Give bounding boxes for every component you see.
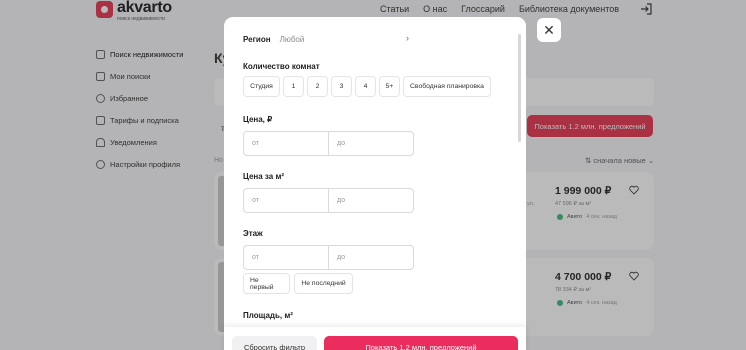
room-chip-5plus[interactable]: 5+ xyxy=(379,76,400,97)
close-modal-button[interactable]: ✕ xyxy=(537,18,561,42)
rooms-label: Количество комнат xyxy=(243,62,320,71)
reset-filter-button[interactable]: Сбросить фильтр xyxy=(232,336,317,350)
room-chip-3[interactable]: 3 xyxy=(331,76,352,97)
floor-label: Этаж xyxy=(243,229,263,238)
show-offers-submit-button[interactable]: Показать 1.2 млн. предложений xyxy=(324,336,518,350)
modal-scrollbar[interactable] xyxy=(518,34,521,142)
close-icon: ✕ xyxy=(543,21,555,38)
chevron-right-icon[interactable]: › xyxy=(406,33,409,43)
price-to-input[interactable]: до xyxy=(329,132,413,155)
rooms-chips: Студия 1 2 3 4 5+ Свободная планировка xyxy=(243,76,491,97)
room-chip-1[interactable]: 1 xyxy=(283,76,304,97)
floor-options: Не первый Не последний xyxy=(243,273,353,294)
region-label: Регион xyxy=(243,35,271,44)
room-chip-free-layout[interactable]: Свободная планировка xyxy=(403,76,491,97)
area-label: Площадь, м² xyxy=(243,311,293,320)
room-chip-2[interactable]: 2 xyxy=(307,76,328,97)
floor-from-input[interactable]: от xyxy=(244,246,329,269)
floor-range: от до xyxy=(243,245,414,270)
price-range: от до xyxy=(243,131,414,156)
price-from-input[interactable]: от xyxy=(244,132,329,155)
price-per-m2-to-input[interactable]: до xyxy=(329,189,413,212)
floor-to-input[interactable]: до xyxy=(329,246,413,269)
price-per-m2-from-input[interactable]: от xyxy=(244,189,329,212)
room-chip-studio[interactable]: Студия xyxy=(243,76,280,97)
region-selector[interactable]: Регион Любой xyxy=(243,35,304,44)
not-last-floor-chip[interactable]: Не последний xyxy=(294,273,353,294)
not-first-floor-chip[interactable]: Не первый xyxy=(243,273,290,294)
region-value: Любой xyxy=(279,35,305,44)
price-per-m2-label: Цена за м² xyxy=(243,172,285,181)
price-label: Цена, ₽ xyxy=(243,115,273,124)
price-per-m2-range: от до xyxy=(243,188,414,213)
room-chip-4[interactable]: 4 xyxy=(355,76,376,97)
